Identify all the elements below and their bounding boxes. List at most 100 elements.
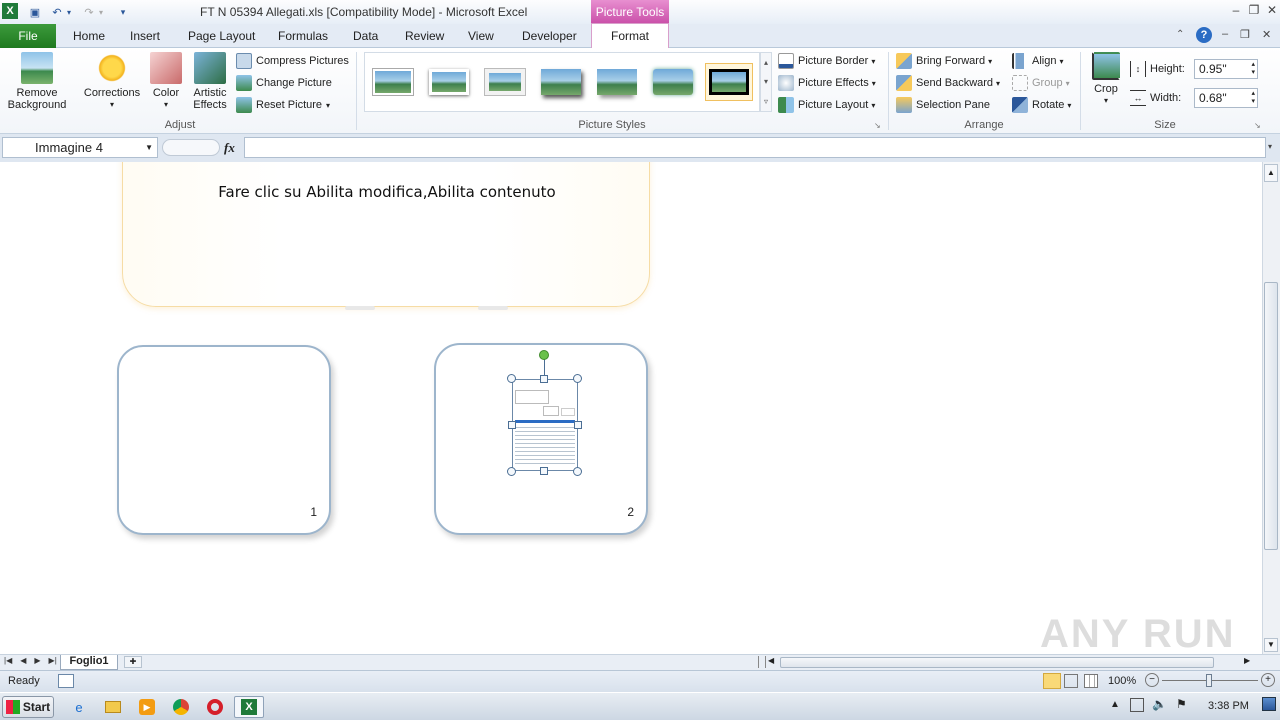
tab-home[interactable]: Home — [73, 24, 105, 48]
rotation-handle[interactable] — [539, 350, 549, 360]
resize-handle-nw[interactable] — [507, 374, 516, 383]
page-layout-view-icon[interactable] — [1064, 674, 1078, 688]
document-card-1[interactable]: 1 — [117, 345, 331, 535]
prev-sheet-icon[interactable]: ◀ — [20, 656, 26, 665]
chrome-icon[interactable] — [168, 696, 194, 718]
selected-picture-document[interactable] — [512, 379, 578, 471]
gallery-more-icon[interactable]: ▿ — [764, 97, 768, 106]
expand-formula-bar-icon[interactable]: ▾ — [1268, 142, 1272, 151]
tab-review[interactable]: Review — [405, 24, 444, 48]
rotate-button[interactable]: Rotate ▾ — [1012, 95, 1071, 115]
help-icon[interactable]: ? — [1196, 27, 1212, 43]
picture-style-7[interactable] — [705, 63, 753, 101]
resize-handle-n[interactable] — [540, 375, 548, 383]
tab-developer[interactable]: Developer — [522, 24, 577, 48]
reset-picture-button[interactable]: Reset Picture ▾ — [236, 95, 330, 115]
network-icon[interactable] — [1130, 698, 1144, 712]
excel-taskbar-button[interactable]: X — [234, 696, 264, 718]
volume-icon[interactable]: 🔈 — [1152, 697, 1167, 711]
last-sheet-icon[interactable]: ▶| — [49, 656, 57, 665]
scroll-down-icon[interactable]: ▼ — [1264, 638, 1278, 652]
change-picture-button[interactable]: Change Picture — [236, 73, 332, 93]
instruction-banner[interactable]: Fare clic su Abilita modifica,Abilita co… — [122, 162, 650, 307]
sheet-tab-foglio1[interactable]: Foglio1 — [60, 655, 118, 670]
minimize-button[interactable]: – — [1226, 3, 1246, 17]
send-backward-button[interactable]: Send Backward ▾ — [896, 73, 1000, 93]
close-button[interactable]: ✕ — [1262, 3, 1280, 17]
macro-record-icon[interactable] — [58, 674, 74, 688]
tab-formulas[interactable]: Formulas — [278, 24, 328, 48]
resize-handle-s[interactable] — [540, 467, 548, 475]
insert-sheet-icon[interactable]: ✚ — [124, 656, 142, 668]
picture-style-2[interactable] — [425, 63, 473, 101]
vertical-scroll-thumb[interactable] — [1264, 282, 1278, 550]
resize-handle-sw[interactable] — [507, 467, 516, 476]
worksheet-area[interactable]: Fare clic su Abilita modifica,Abilita co… — [0, 162, 1262, 654]
tab-page-layout[interactable]: Page Layout — [188, 24, 255, 48]
zoom-out-icon[interactable]: − — [1145, 673, 1159, 687]
redo-dropdown-icon[interactable]: ▾ — [96, 3, 106, 21]
formula-input[interactable] — [244, 137, 1266, 158]
show-desktop-button[interactable] — [1262, 697, 1276, 711]
horizontal-scroll-thumb[interactable] — [780, 657, 1214, 668]
start-button[interactable]: Start — [2, 696, 54, 718]
next-sheet-icon[interactable]: ▶ — [34, 656, 40, 665]
page-break-view-icon[interactable] — [1084, 674, 1098, 688]
name-box-dropdown-icon[interactable]: ▼ — [145, 143, 153, 152]
height-input[interactable]: 0.95" ▴ ▾ — [1194, 59, 1258, 79]
zoom-in-icon[interactable]: + — [1261, 673, 1275, 687]
customize-quick-access-icon[interactable]: ▾ — [114, 3, 132, 21]
align-button[interactable]: Align ▾ — [1012, 51, 1063, 71]
workbook-close-button[interactable]: ✕ — [1262, 28, 1271, 41]
zoom-level[interactable]: 100% — [1108, 675, 1136, 687]
tab-view[interactable]: View — [468, 24, 494, 48]
scroll-up-icon[interactable]: ▲ — [1264, 164, 1278, 182]
taskbar-clock[interactable]: 3:38 PM — [1208, 700, 1249, 712]
color-button[interactable]: Color ▾ — [146, 52, 186, 111]
size-launcher-icon[interactable]: ↘ — [1254, 121, 1261, 130]
media-player-icon[interactable]: ▶ — [134, 696, 160, 718]
picture-style-6[interactable] — [649, 63, 697, 101]
resize-handle-se[interactable] — [573, 467, 582, 476]
workbook-minimize-button[interactable]: – — [1222, 28, 1228, 40]
undo-dropdown-icon[interactable]: ▾ — [64, 3, 74, 21]
gallery-scroll[interactable]: ▴ ▾ ▿ — [760, 52, 772, 112]
width-spinner-icon[interactable]: ▴ ▾ — [1251, 90, 1255, 106]
height-spinner-icon[interactable]: ▴ ▾ — [1251, 61, 1255, 77]
opera-icon[interactable] — [202, 696, 228, 718]
workbook-restore-button[interactable]: ❐ — [1240, 28, 1250, 41]
crop-button[interactable]: Crop ▾ — [1088, 52, 1124, 107]
picture-style-3[interactable] — [481, 63, 529, 101]
vertical-scrollbar[interactable]: ▲ ▼ — [1262, 162, 1280, 654]
picture-effects-button[interactable]: Picture Effects ▾ — [778, 73, 876, 93]
selection-pane-button[interactable]: Selection Pane — [896, 95, 990, 115]
tab-format[interactable]: Format — [591, 23, 669, 48]
gallery-down-icon[interactable]: ▾ — [764, 77, 768, 86]
picture-style-1[interactable] — [369, 63, 417, 101]
picture-styles-launcher-icon[interactable]: ↘ — [874, 121, 881, 130]
collapse-ribbon-icon[interactable]: ⌃ — [1176, 29, 1184, 40]
tab-insert[interactable]: Insert — [130, 24, 160, 48]
picture-style-5[interactable] — [593, 63, 641, 101]
name-box[interactable]: Immagine 4 ▼ — [2, 137, 158, 158]
width-input[interactable]: 0.68" ▴ ▾ — [1194, 88, 1258, 108]
file-explorer-icon[interactable] — [100, 696, 126, 718]
save-icon[interactable]: ▣ — [26, 3, 44, 21]
artistic-effects-button[interactable]: Artistic Effects — [188, 52, 232, 111]
zoom-slider-thumb[interactable] — [1206, 674, 1212, 687]
tab-split-handle[interactable] — [758, 656, 766, 668]
picture-layout-button[interactable]: Picture Layout ▾ — [778, 95, 875, 115]
tab-file[interactable]: File — [0, 24, 56, 48]
resize-handle-e[interactable] — [574, 421, 582, 429]
bring-forward-button[interactable]: Bring Forward ▾ — [896, 51, 992, 71]
tab-data[interactable]: Data — [353, 24, 378, 48]
scroll-right-icon[interactable]: ▶ — [1244, 656, 1250, 665]
first-sheet-icon[interactable]: |◀ — [4, 656, 12, 665]
compress-pictures-button[interactable]: Compress Pictures — [236, 51, 349, 71]
resize-handle-w[interactable] — [508, 421, 516, 429]
picture-style-4[interactable] — [537, 63, 585, 101]
insert-function-button[interactable]: fx — [224, 140, 235, 156]
excel-app-icon[interactable]: X — [2, 3, 18, 19]
group-button[interactable]: Group ▾ — [1012, 73, 1070, 93]
internet-explorer-icon[interactable]: e — [66, 696, 92, 718]
